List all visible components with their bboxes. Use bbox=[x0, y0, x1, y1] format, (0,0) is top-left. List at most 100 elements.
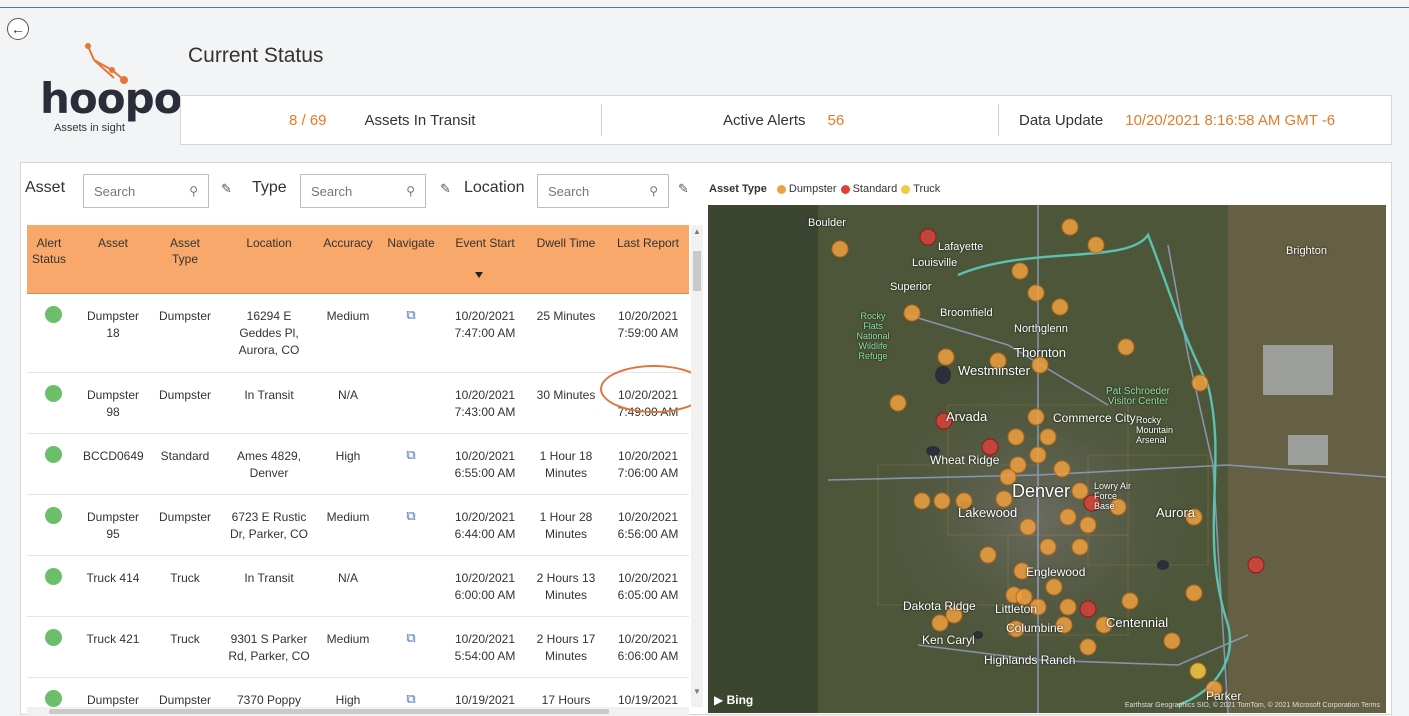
asset-map-marker[interactable] bbox=[937, 348, 955, 366]
cell-asset: Dumpster 18 bbox=[86, 309, 139, 340]
asset-map-marker[interactable] bbox=[1191, 374, 1209, 392]
scrollbar-thumb[interactable] bbox=[49, 709, 609, 714]
asset-map-marker[interactable] bbox=[1039, 428, 1057, 446]
cell-accuracy: Medium bbox=[326, 510, 370, 524]
col-dwell-time[interactable]: Dwell Time bbox=[525, 235, 607, 251]
map-copyright[interactable]: Earthstar Geographics SIO, © 2021 TomTom… bbox=[1125, 702, 1380, 709]
cell-asset: Dumpster 98 bbox=[86, 388, 139, 419]
table-vertical-scrollbar[interactable]: ▲ ▼ bbox=[691, 225, 703, 707]
scroll-down-icon[interactable]: ▼ bbox=[693, 687, 701, 696]
scrollbar-thumb[interactable] bbox=[693, 251, 701, 291]
asset-map-marker[interactable] bbox=[1027, 408, 1045, 426]
col-last-report[interactable]: Last Report bbox=[607, 235, 689, 251]
type-search-input[interactable]: Search ⚲ bbox=[300, 174, 426, 208]
asset-map-marker[interactable] bbox=[1059, 598, 1077, 616]
alert-status-indicator bbox=[45, 507, 62, 524]
map-label-boulder: Boulder bbox=[808, 217, 846, 229]
col-asset-type[interactable]: Asset Type bbox=[159, 235, 211, 267]
alert-status-indicator bbox=[45, 385, 62, 402]
hoopo-logo: hoopo Assets in sight bbox=[30, 40, 183, 140]
asset-map-marker[interactable] bbox=[1247, 556, 1265, 574]
back-button[interactable]: ← bbox=[7, 18, 29, 40]
location-search-placeholder: Search bbox=[548, 183, 590, 199]
map-legend: Asset Type Dumpster Standard Truck bbox=[709, 183, 940, 195]
col-event-start[interactable]: Event Start bbox=[445, 235, 525, 251]
asset-map-marker[interactable] bbox=[1019, 518, 1037, 536]
map-label-lakewood: Lakewood bbox=[958, 505, 1018, 520]
navigate-link-icon[interactable]: ⧉ bbox=[391, 446, 431, 463]
table-row[interactable]: Truck 414 Truck In Transit N/A 10/20/2021 6:… bbox=[27, 556, 689, 617]
table-row[interactable]: Dumpster 95 Dumpster 6723 E Rustic Dr, Par… bbox=[27, 495, 689, 556]
cell-accuracy: High bbox=[335, 449, 361, 463]
asset-map-marker[interactable] bbox=[1061, 218, 1079, 236]
asset-map-marker[interactable] bbox=[1009, 456, 1027, 474]
cell-event-start: 10/20/2021 6:44:00 AM bbox=[454, 510, 516, 541]
asset-map-marker[interactable] bbox=[1071, 538, 1089, 556]
col-location[interactable]: Location bbox=[227, 235, 311, 251]
table-row[interactable]: Truck 421 Truck 9301 S Parker Rd, Parker, … bbox=[27, 617, 689, 678]
asset-map-marker[interactable] bbox=[1011, 262, 1029, 280]
clear-type-filter-eraser-icon[interactable]: ✎ bbox=[440, 181, 451, 197]
asset-map-marker[interactable] bbox=[1189, 662, 1207, 680]
map-label-centennial: Centennial bbox=[1106, 615, 1169, 630]
data-update-label: Data Update bbox=[1019, 111, 1104, 129]
asset-map[interactable]: Boulder Lafayette Louisville Brighton Su… bbox=[708, 205, 1386, 713]
navigate-link-icon[interactable]: ⧉ bbox=[391, 629, 431, 646]
asset-map-marker[interactable] bbox=[1039, 538, 1057, 556]
clear-location-filter-eraser-icon[interactable]: ✎ bbox=[678, 181, 689, 197]
asset-map-marker[interactable] bbox=[1071, 482, 1089, 500]
clear-asset-filter-eraser-icon[interactable]: ✎ bbox=[221, 181, 232, 197]
asset-map-marker[interactable] bbox=[1163, 632, 1181, 650]
asset-map-marker[interactable] bbox=[1079, 600, 1097, 618]
map-label-denver: Denver bbox=[1012, 481, 1071, 501]
asset-map-marker[interactable] bbox=[1045, 578, 1063, 596]
navigate-link-icon[interactable]: ⧉ bbox=[391, 507, 431, 524]
asset-map-marker[interactable] bbox=[1007, 428, 1025, 446]
col-accuracy[interactable]: Accuracy bbox=[317, 235, 379, 251]
navigate-link-icon[interactable]: ⧉ bbox=[391, 306, 431, 323]
status-divider bbox=[601, 104, 602, 136]
legend-standard: Standard bbox=[852, 183, 898, 195]
scroll-up-icon[interactable]: ▲ bbox=[693, 227, 701, 236]
asset-map-marker[interactable] bbox=[1087, 236, 1105, 254]
location-search-input[interactable]: Search ⚲ bbox=[537, 174, 669, 208]
map-label-broomfield: Broomfield bbox=[940, 307, 993, 319]
active-alerts-count: 56 bbox=[827, 111, 845, 129]
navigate-link-icon[interactable]: ⧉ bbox=[391, 690, 431, 707]
asset-map-marker[interactable] bbox=[831, 240, 849, 258]
asset-search-placeholder: Search bbox=[94, 183, 136, 199]
table-row[interactable]: Dumpster 98 Dumpster In Transit N/A 10/20/20… bbox=[27, 373, 689, 434]
asset-map-marker[interactable] bbox=[1029, 446, 1047, 464]
asset-search-input[interactable]: Search ⚲ bbox=[83, 174, 209, 208]
col-navigate[interactable]: Navigate bbox=[380, 235, 442, 251]
asset-map-marker[interactable] bbox=[889, 394, 907, 412]
asset-map-marker[interactable] bbox=[931, 614, 949, 632]
asset-map-marker[interactable] bbox=[1185, 584, 1203, 602]
cell-dwell-time: 25 Minutes bbox=[536, 309, 596, 323]
map-label-lowry: Lowry Air Force Base bbox=[1094, 481, 1132, 511]
table-row[interactable]: BCCD0649 Standard Ames 4829, Denver High 10/… bbox=[27, 434, 689, 495]
asset-map-marker[interactable] bbox=[933, 492, 951, 510]
map-markers[interactable] bbox=[708, 205, 1386, 713]
asset-map-marker[interactable] bbox=[1079, 638, 1097, 656]
table-row[interactable]: Dumpster 18 Dumpster 16294 E Geddes Pl, Au… bbox=[27, 294, 689, 373]
cell-asset: Truck 414 bbox=[86, 571, 140, 585]
cell-asset: Dumpster 95 bbox=[86, 510, 139, 541]
asset-map-marker[interactable] bbox=[1051, 298, 1069, 316]
cell-location: 16294 E Geddes Pl, Aurora, CO bbox=[238, 309, 300, 357]
asset-map-marker[interactable] bbox=[913, 492, 931, 510]
asset-map-marker[interactable] bbox=[1117, 338, 1135, 356]
asset-map-marker[interactable] bbox=[1079, 516, 1097, 534]
map-label-commerce-city: Commerce City bbox=[1053, 411, 1136, 425]
col-alert-status[interactable]: Alert Status bbox=[29, 235, 69, 267]
asset-map-marker[interactable] bbox=[1027, 284, 1045, 302]
assets-in-transit-label: Assets In Transit bbox=[364, 111, 476, 129]
asset-map-marker[interactable] bbox=[1121, 592, 1139, 610]
asset-map-marker[interactable] bbox=[1053, 460, 1071, 478]
asset-map-marker[interactable] bbox=[979, 546, 997, 564]
col-asset[interactable]: Asset bbox=[83, 235, 143, 251]
asset-map-marker[interactable] bbox=[1059, 508, 1077, 526]
map-label-pat-schroeder: Pat Schroeder Visitor Center bbox=[1106, 386, 1170, 407]
asset-map-marker[interactable] bbox=[903, 304, 921, 322]
asset-map-marker[interactable] bbox=[919, 228, 937, 246]
